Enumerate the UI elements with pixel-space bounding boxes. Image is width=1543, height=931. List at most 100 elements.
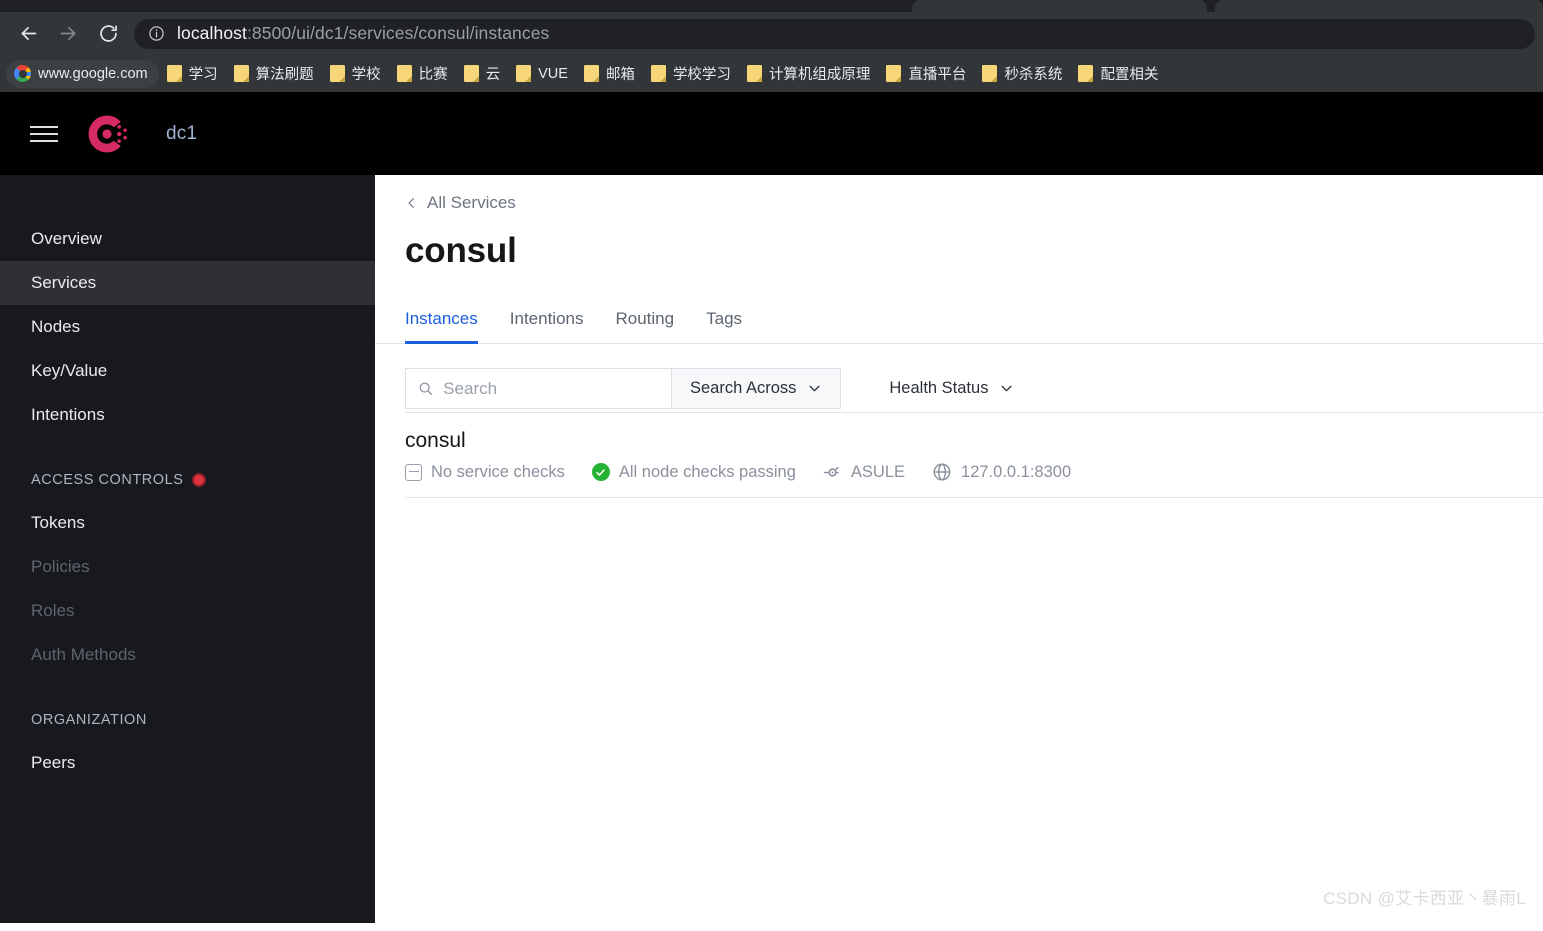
tab-routing[interactable]: Routing bbox=[600, 309, 691, 343]
chevron-down-icon bbox=[1001, 385, 1013, 392]
globe-icon bbox=[933, 463, 951, 481]
url-host: localhost bbox=[177, 22, 247, 43]
bookmark-label: 邮箱 bbox=[605, 67, 635, 83]
hamburger-line bbox=[30, 132, 58, 135]
hamburger-menu-icon[interactable] bbox=[30, 117, 64, 151]
filter-bar: Search Across Health Status bbox=[375, 344, 1543, 412]
sidebar-item-tokens[interactable]: Tokens bbox=[0, 501, 375, 545]
bookmark-folder-2[interactable]: 算法刷题 bbox=[226, 60, 322, 88]
folder-icon bbox=[1078, 65, 1094, 82]
bookmark-folder-10[interactable]: 直播平台 bbox=[878, 60, 974, 88]
hamburger-line bbox=[30, 139, 58, 142]
folder-icon bbox=[583, 65, 599, 82]
node-checks-label: All node checks passing bbox=[618, 462, 796, 481]
tab-tags[interactable]: Tags bbox=[690, 309, 758, 343]
bookmarks-bar: www.google.com 学习 算法刷题 学校 比赛 云 VUE 邮箱 学校… bbox=[0, 55, 1543, 92]
instance-node: ASULE bbox=[823, 463, 905, 482]
bookmark-folder-9[interactable]: 计算机组成原理 bbox=[739, 60, 879, 88]
sidebar-item-label: Policies bbox=[31, 557, 90, 576]
sidebar-item-label: Auth Methods bbox=[31, 645, 136, 664]
bookmark-folder-11[interactable]: 秒杀系统 bbox=[974, 60, 1070, 88]
breadcrumb-label: All Services bbox=[427, 193, 516, 212]
browser-tab-partial-1[interactable] bbox=[912, 0, 1207, 12]
url-path: :8500/ui/dc1/services/consul/instances bbox=[246, 22, 550, 43]
app-header: dc1 bbox=[0, 92, 1543, 175]
tab-label: Routing bbox=[615, 309, 675, 328]
sidebar-item-label: Peers bbox=[31, 753, 76, 772]
sidebar-item-intentions[interactable]: Intentions bbox=[0, 393, 375, 437]
sidebar-item-policies[interactable]: Policies bbox=[0, 545, 375, 589]
bookmark-label: 学习 bbox=[188, 67, 218, 83]
datacenter-selector[interactable]: dc1 bbox=[166, 123, 197, 145]
tab-instances[interactable]: Instances bbox=[405, 309, 494, 344]
breadcrumb-all-services[interactable]: All Services bbox=[375, 175, 516, 213]
reload-button[interactable] bbox=[88, 14, 128, 54]
sidebar-item-services[interactable]: Services bbox=[0, 261, 375, 305]
search-across-dropdown[interactable]: Search Across bbox=[672, 368, 842, 409]
sidebar-item-label: Intentions bbox=[31, 405, 105, 424]
sidebar-item-roles[interactable]: Roles bbox=[0, 589, 375, 633]
hamburger-line bbox=[30, 125, 58, 128]
folder-icon bbox=[166, 65, 182, 82]
sidebar-item-key-value[interactable]: Key/Value bbox=[0, 349, 375, 393]
instance-meta: No service checks All node checks passin… bbox=[405, 462, 1543, 482]
bookmark-label: 秒杀系统 bbox=[1004, 67, 1063, 83]
bookmark-folder-7[interactable]: 邮箱 bbox=[576, 60, 643, 88]
chevron-down-icon bbox=[809, 385, 820, 392]
bookmark-folder-4[interactable]: 比赛 bbox=[389, 60, 456, 88]
bookmark-google[interactable]: www.google.com bbox=[6, 59, 159, 88]
folder-icon bbox=[650, 65, 666, 82]
health-status-label: Health Status bbox=[889, 379, 989, 397]
sidebar-item-overview[interactable]: Overview bbox=[0, 217, 375, 261]
sidebar-item-peers[interactable]: Peers bbox=[0, 741, 375, 785]
forward-button[interactable] bbox=[48, 14, 88, 54]
address-bar[interactable]: localhost:8500/ui/dc1/services/consul/in… bbox=[134, 18, 1535, 49]
bookmark-label: 学校 bbox=[351, 67, 381, 83]
consul-app: dc1 Overview Services Nodes Key/Value In… bbox=[0, 92, 1543, 923]
check-circle-icon bbox=[591, 463, 610, 481]
bookmark-label: 云 bbox=[485, 67, 501, 83]
main-content: All Services consul Instances Intentions… bbox=[375, 175, 1543, 923]
consul-logo-icon[interactable] bbox=[86, 113, 128, 155]
sidebar-item-nodes[interactable]: Nodes bbox=[0, 305, 375, 349]
browser-tab-partial-2[interactable] bbox=[1215, 0, 1543, 12]
bookmark-label: VUE bbox=[538, 65, 568, 82]
health-status-dropdown[interactable]: Health Status bbox=[871, 368, 1032, 409]
instance-name[interactable]: consul bbox=[405, 429, 1543, 453]
bookmark-label: www.google.com bbox=[38, 65, 148, 82]
folder-icon bbox=[233, 65, 249, 82]
node-icon bbox=[823, 466, 839, 477]
sidebar-heading-organization: ORGANIZATION bbox=[0, 699, 375, 741]
bookmark-folder-8[interactable]: 学校学习 bbox=[643, 60, 739, 88]
bookmark-folder-1[interactable]: 学习 bbox=[159, 60, 226, 88]
search-box[interactable] bbox=[405, 368, 672, 409]
sidebar-heading-label: ORGANIZATION bbox=[31, 712, 147, 728]
reload-icon bbox=[99, 25, 117, 42]
search-input[interactable] bbox=[443, 378, 659, 399]
sidebar-item-auth-methods[interactable]: Auth Methods bbox=[0, 633, 375, 677]
bookmark-folder-6[interactable]: VUE bbox=[508, 60, 576, 88]
bookmark-label: 配置相关 bbox=[1100, 67, 1159, 83]
bookmark-folder-3[interactable]: 学校 bbox=[322, 60, 389, 88]
back-button[interactable] bbox=[8, 14, 48, 54]
folder-icon bbox=[516, 65, 532, 82]
bookmark-label: 计算机组成原理 bbox=[768, 67, 871, 83]
bookmark-label: 算法刷题 bbox=[255, 67, 314, 83]
bookmark-label: 直播平台 bbox=[908, 67, 967, 83]
browser-tab-strip bbox=[0, 0, 1543, 12]
folder-icon bbox=[329, 65, 345, 82]
instance-address: 127.0.0.1:8300 bbox=[932, 462, 1071, 482]
site-information-icon[interactable] bbox=[148, 25, 165, 42]
instance-node-label: ASULE bbox=[850, 462, 906, 481]
sidebar-item-label: Tokens bbox=[31, 513, 85, 532]
tab-bar: Instances Intentions Routing Tags bbox=[375, 279, 1543, 344]
instance-row[interactable]: consul No service checks All node checks… bbox=[375, 413, 1543, 497]
tab-intentions[interactable]: Intentions bbox=[494, 309, 600, 343]
folder-icon bbox=[463, 65, 479, 82]
forward-arrow-icon bbox=[60, 26, 75, 41]
bookmark-folder-12[interactable]: 配置相关 bbox=[1070, 60, 1166, 88]
chevron-left-icon bbox=[408, 198, 414, 208]
sidebar-heading-label: ACCESS CONTROLS bbox=[31, 472, 184, 488]
service-checks-label: No service checks bbox=[431, 462, 565, 481]
bookmark-folder-5[interactable]: 云 bbox=[456, 60, 509, 88]
